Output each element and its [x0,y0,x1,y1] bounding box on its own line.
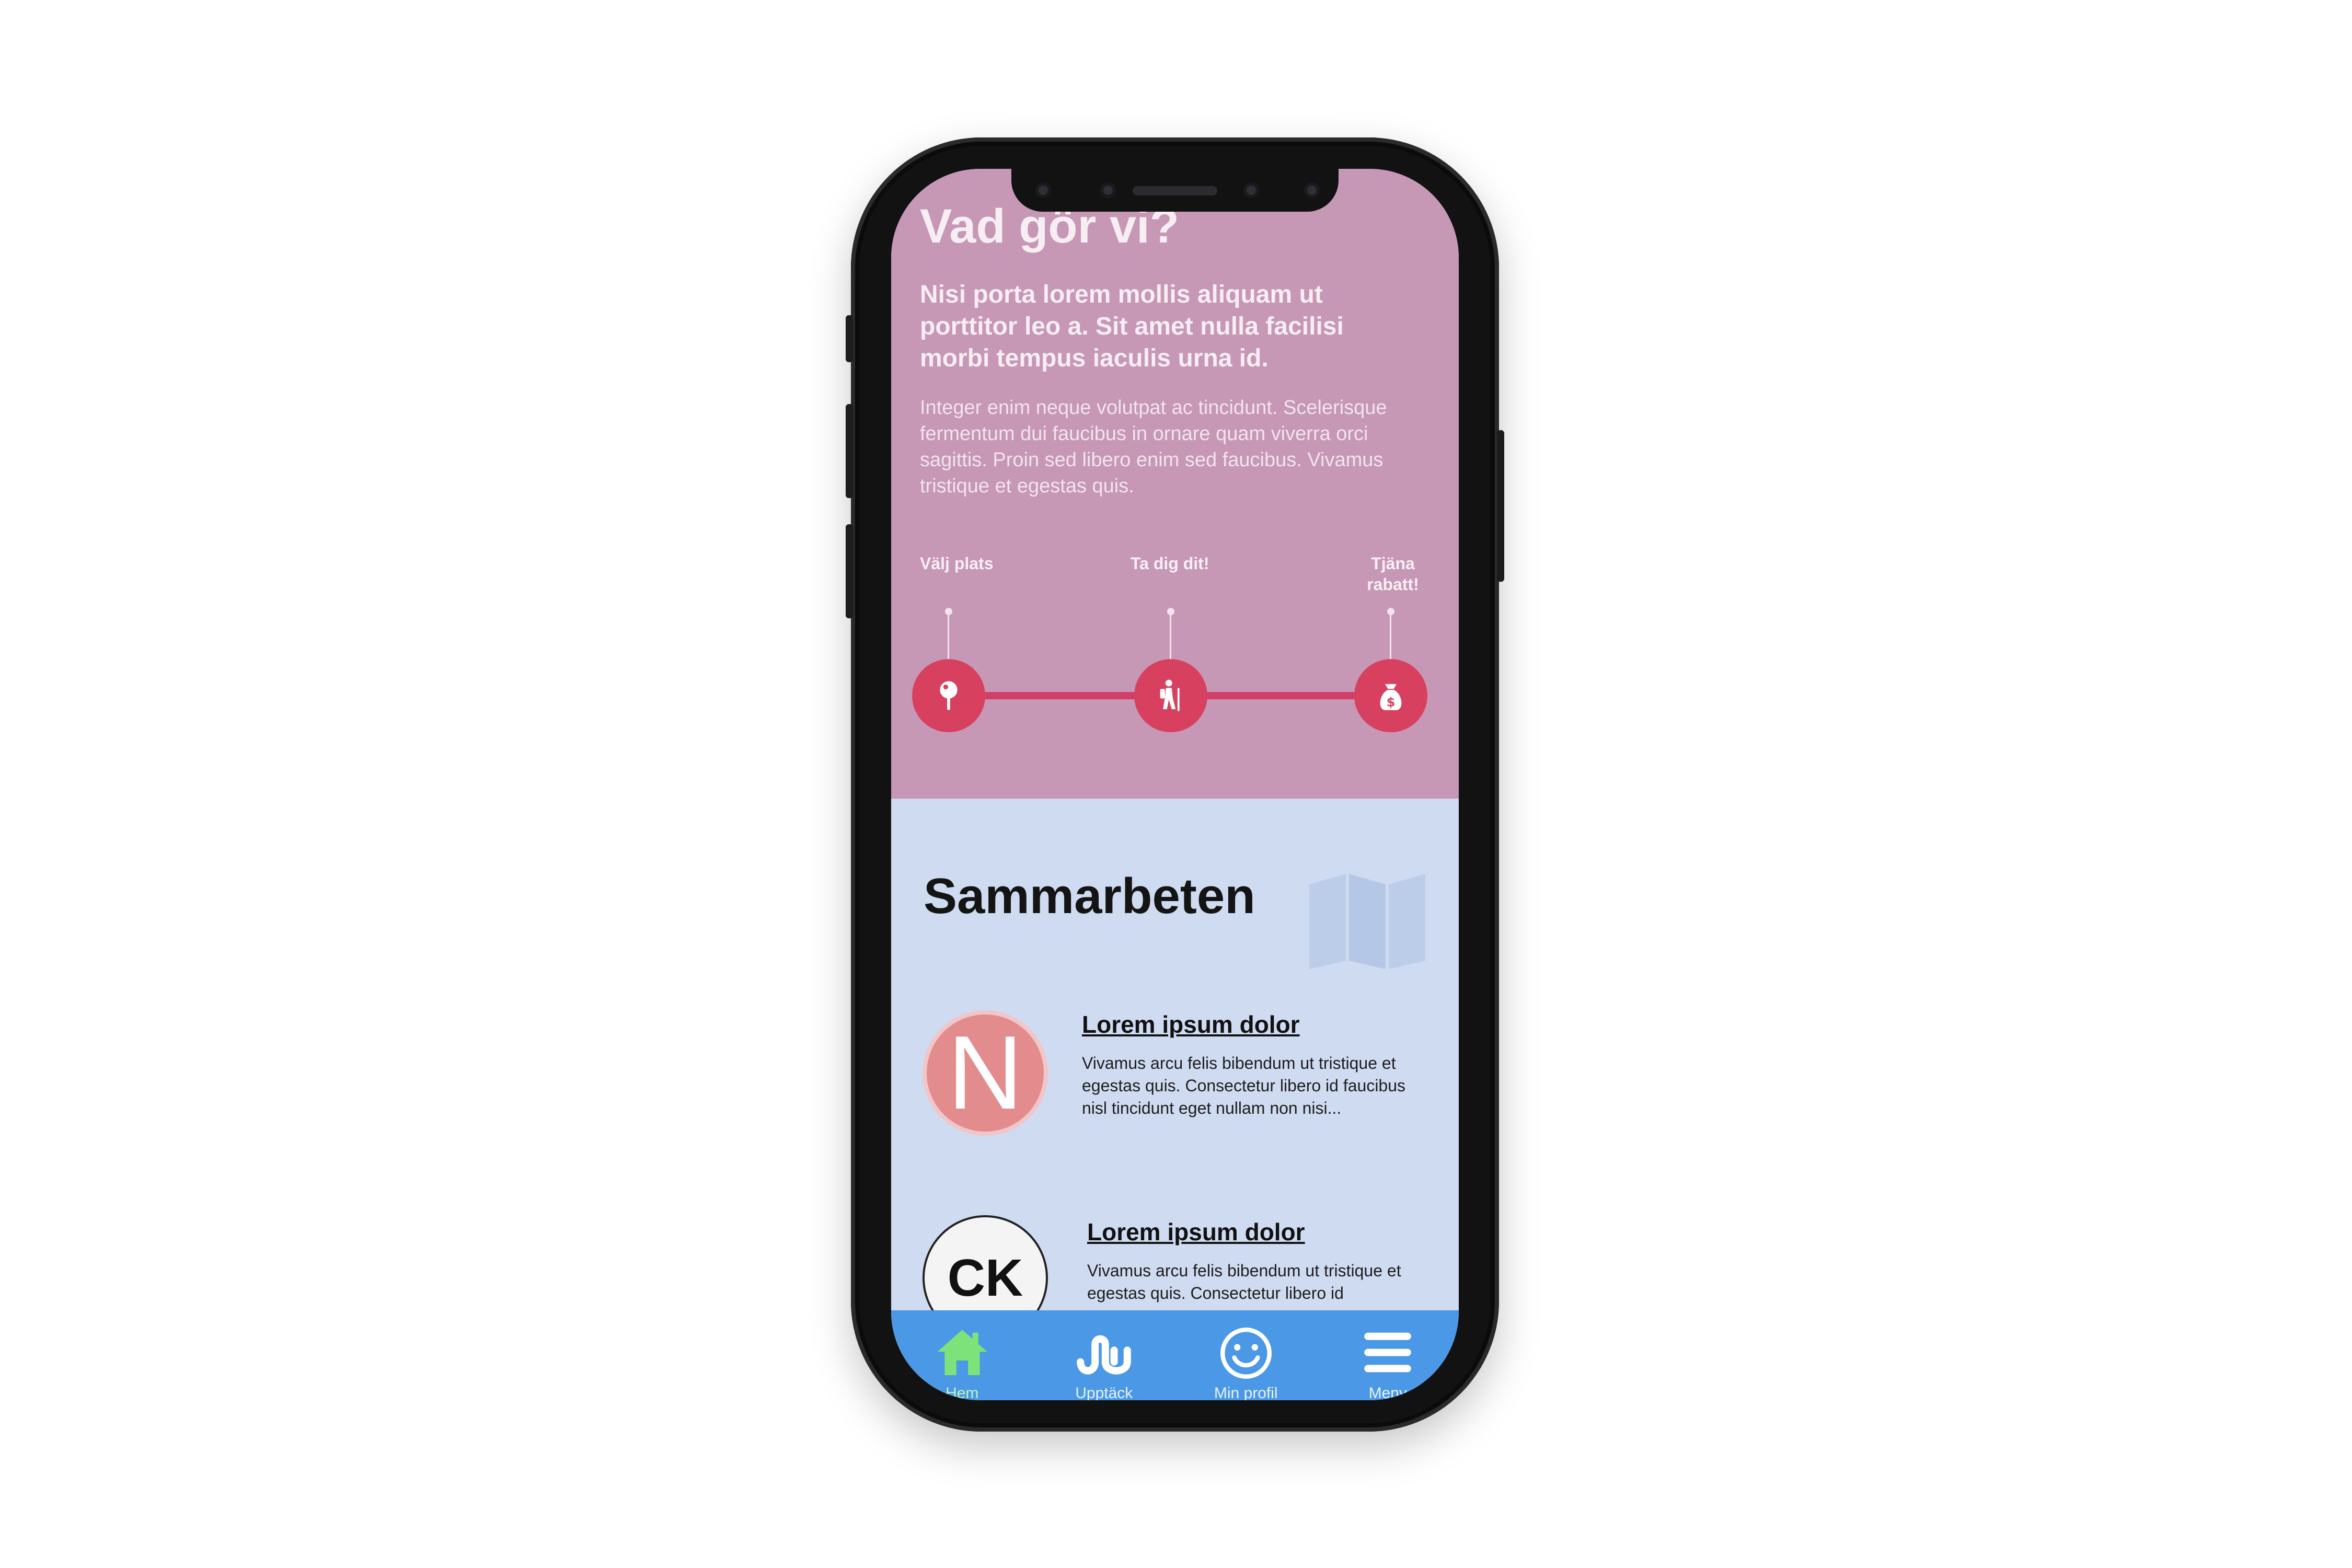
intro-body: Integer enim neque volutpat ac tincidunt… [920,397,1387,497]
phone-frame: Vad gör vi? Nisi porta lorem mollis aliq… [846,137,1504,1432]
step-label-1: Välj plats [920,554,994,573]
hamburger-menu-icon [1364,1332,1412,1373]
svg-text:$: $ [1387,695,1396,709]
partners-title: Sammarbeten [924,868,1255,924]
notch [1011,169,1339,212]
volume-up-button [846,404,853,498]
intro-section: Vad gör vi? Nisi porta lorem mollis aliq… [891,169,1459,799]
step-node-1 [912,659,985,732]
partner-title-link[interactable]: Lorem ipsum dolor [1082,1010,1300,1039]
partner-title-link[interactable]: Lorem ipsum dolor [1087,1218,1305,1246]
front-camera-icon [1304,182,1320,198]
partner-card[interactable]: N Lorem ipsum dolor Vivamus arcu felis b… [891,1000,1459,1157]
mute-switch [846,315,853,362]
smiley-icon [1220,1328,1272,1379]
partner-description: Vivamus arcu felis bibendum ut tristique… [1082,1054,1406,1117]
nav-label-profile: Min profil [1214,1385,1278,1400]
money-bag-icon: $ [1380,684,1402,710]
map-icon [1309,874,1425,969]
step-label-2: Ta dig dit! [1131,554,1209,573]
discover-icon [1077,1335,1132,1375]
nav-item-profile[interactable]: Min profil [1194,1310,1298,1400]
sensor-dot [1035,182,1051,198]
step-pointer-line [1390,613,1391,659]
partner-description: Vivamus arcu felis bibendum ut tristique… [1087,1261,1401,1302]
nav-item-home[interactable]: Hem [910,1310,1014,1400]
nav-label-home: Hem [946,1385,979,1400]
nav-item-menu[interactable]: Meny [1335,1310,1440,1400]
power-button [1497,430,1504,582]
map-pin-icon [940,681,958,710]
step-node-3: $ [1354,659,1427,732]
bottom-nav: Hem Upptäck Min profil Meny [891,1310,1459,1400]
step-node-2 [1134,659,1207,732]
nav-item-discover[interactable]: Upptäck [1052,1310,1156,1400]
volume-down-button [846,524,853,618]
intro-lead: Nisi porta lorem mollis aliquam ut portt… [920,281,1344,372]
camera-icon [1100,182,1116,198]
home-icon [937,1330,987,1375]
step-label-3: Tjäna rabatt! [1367,554,1419,594]
nav-label-discover: Upptäck [1075,1385,1133,1400]
hiker-icon [1160,679,1180,711]
step-pointer-line [948,613,949,659]
earpiece-speaker [1133,186,1217,195]
partner-logo[interactable]: N [923,1010,1048,1136]
nav-label-menu: Meny [1368,1385,1407,1400]
phone-screen: Vad gör vi? Nisi porta lorem mollis aliq… [891,169,1459,1400]
step-pointer-line [1170,613,1171,659]
sensor-dot [1243,182,1259,198]
